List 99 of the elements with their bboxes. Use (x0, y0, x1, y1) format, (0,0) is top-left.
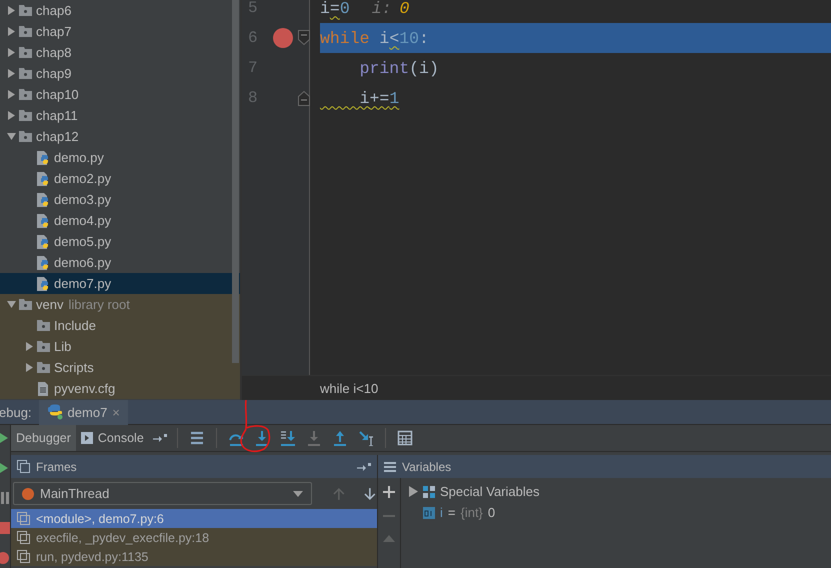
folder-icon (18, 2, 32, 18)
variables-group-icon (423, 486, 435, 498)
step-out-icon[interactable] (332, 430, 348, 446)
console-icon (80, 432, 93, 444)
folder-icon (18, 108, 32, 124)
stack-frame[interactable]: <module>, demo7.py:6 (11, 509, 377, 528)
folder-name[interactable]: chap11 (36, 108, 78, 123)
file-name[interactable]: demo3.py (54, 192, 112, 207)
equals-sign: = (448, 505, 456, 520)
file-name[interactable]: demo.py (54, 150, 104, 165)
fold-marker-icon[interactable] (298, 30, 310, 46)
calculator-icon[interactable] (396, 430, 413, 446)
add-icon[interactable] (383, 486, 395, 498)
expanded-arrow-icon[interactable] (6, 132, 16, 141)
step-into-my-code-icon[interactable] (280, 430, 296, 446)
frame-icon (17, 531, 30, 544)
python-file-icon (36, 212, 50, 228)
folder-icon (36, 360, 50, 376)
folder-name[interactable]: chap9 (36, 66, 72, 81)
frames-title: Frames (36, 460, 77, 474)
file-name[interactable]: demo2.py (54, 171, 112, 186)
breakpoint-icon[interactable] (273, 28, 293, 48)
text-file-icon (36, 380, 50, 396)
pin-icon[interactable] (152, 432, 167, 442)
python-file-icon (36, 170, 50, 186)
folder-icon (36, 318, 50, 334)
expanded-arrow-icon[interactable] (6, 300, 16, 309)
variable-icon (423, 506, 435, 518)
stack-frame[interactable]: run, pydevd.py:1135 (11, 547, 377, 566)
session-tab[interactable]: demo7 × (38, 400, 128, 424)
frames-menu-icon[interactable] (188, 430, 205, 446)
file-name[interactable]: demo7.py (54, 276, 112, 291)
console-tab[interactable]: Console (76, 425, 149, 451)
pin-icon[interactable] (357, 462, 371, 472)
collapsed-arrow-icon[interactable] (6, 69, 16, 78)
folder-name[interactable]: Scripts (54, 360, 94, 375)
collapsed-arrow-icon[interactable] (6, 27, 16, 36)
folder-icon (18, 44, 32, 60)
folder-name[interactable]: chap12 (36, 129, 79, 144)
file-name[interactable]: demo6.py (54, 255, 112, 270)
fold-marker-icon[interactable] (298, 90, 310, 106)
folder-name[interactable]: chap6 (36, 3, 72, 18)
inline-variable-name: i: (372, 0, 392, 18)
variables-title: Variables (402, 460, 452, 474)
folder-icon (18, 128, 32, 144)
folder-name[interactable]: Include (54, 318, 96, 333)
library-tree-row[interactable]: venv library root (0, 294, 240, 315)
python-icon (46, 404, 63, 420)
code-line: while i<10: (320, 28, 429, 48)
variable-group-name[interactable]: Special Variables (440, 484, 540, 499)
collapsed-arrow-icon[interactable] (6, 90, 16, 99)
python-file-icon (36, 192, 50, 208)
folder-name[interactable]: venv (36, 297, 64, 312)
down-arrow-icon[interactable] (363, 486, 377, 500)
python-file-icon (36, 150, 50, 166)
python-file-icon (36, 254, 50, 270)
python-file-icon (36, 276, 50, 292)
file-name[interactable]: pyvenv.cfg (54, 381, 116, 396)
thread-dropdown[interactable]: MainThread (13, 482, 312, 505)
code-line: print(i) (358, 58, 439, 78)
debugger-tab[interactable]: Debugger (11, 425, 76, 451)
run-to-cursor-icon[interactable] (358, 430, 374, 446)
folder-icon (18, 296, 32, 312)
folder-icon (18, 86, 32, 102)
breakpoint-icon[interactable] (0, 551, 10, 565)
file-name[interactable]: demo5.py (54, 234, 112, 249)
pause-icon[interactable] (0, 491, 10, 505)
collapsed-arrow-icon[interactable] (24, 342, 34, 351)
folder-icon (36, 338, 50, 354)
library-hint: library root (68, 297, 130, 312)
stop-icon[interactable] (0, 521, 10, 535)
list-icon (384, 460, 396, 472)
variable-value: 0 (488, 505, 496, 520)
frames-icon (17, 460, 30, 473)
folder-icon (18, 66, 32, 82)
collapsed-arrow-icon[interactable] (6, 48, 16, 57)
collapsed-arrow-icon[interactable] (409, 486, 418, 497)
frame-icon (17, 512, 30, 525)
selected-tree-row[interactable]: demo7.py (0, 273, 240, 294)
collapsed-arrow-icon[interactable] (24, 363, 34, 372)
folder-icon (18, 24, 32, 40)
collapsed-arrow-icon[interactable] (6, 111, 16, 120)
variable-type: {int} (460, 505, 483, 520)
folder-name[interactable]: chap10 (36, 87, 79, 102)
file-name[interactable]: demo4.py (54, 213, 112, 228)
stack-frame[interactable]: execfile, _pydev_execfile.py:18 (11, 528, 377, 547)
collapsed-arrow-icon[interactable] (6, 6, 16, 15)
dropdown-arrow-icon (292, 490, 303, 496)
scrollbar-thumb[interactable] (232, 0, 239, 363)
frame-icon (17, 550, 30, 563)
folder-name[interactable]: chap8 (36, 45, 72, 60)
inline-variable-value: 0 (400, 0, 410, 18)
variable-name: i (440, 505, 443, 520)
code-line: i=0 (320, 0, 350, 18)
folder-name[interactable]: Lib (54, 339, 72, 354)
step-into-icon[interactable] (254, 430, 270, 446)
python-file-icon (36, 234, 50, 250)
code-line: i+=1 (358, 88, 400, 108)
folder-name[interactable]: chap7 (36, 24, 72, 39)
